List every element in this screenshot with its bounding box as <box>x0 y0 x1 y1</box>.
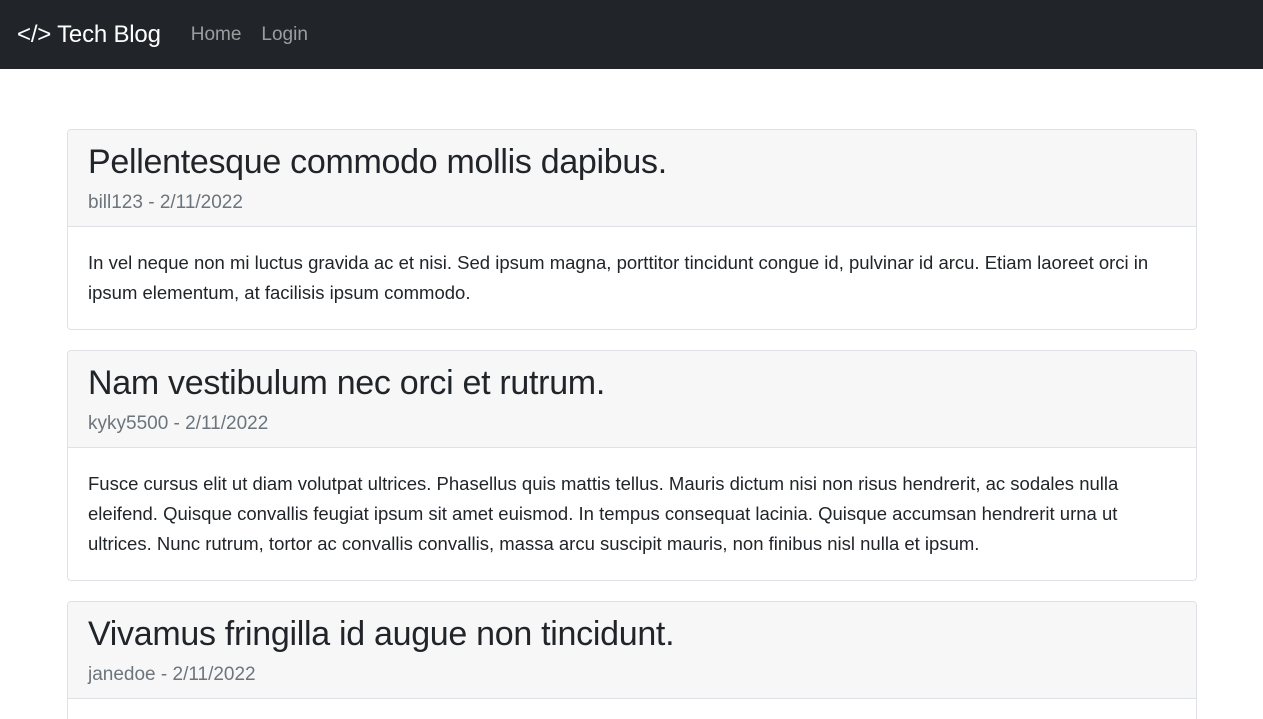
post-card[interactable]: Vivamus fringilla id augue non tincidunt… <box>67 601 1197 719</box>
post-meta: bill123 - 2/11/2022 <box>88 192 243 213</box>
post-title[interactable]: Pellentesque commodo mollis dapibus. <box>88 142 1176 182</box>
post-title[interactable]: Vivamus fringilla id augue non tincidunt… <box>88 614 1176 654</box>
post-header: Vivamus fringilla id augue non tincidunt… <box>68 602 1196 699</box>
post-body <box>68 699 1196 719</box>
nav-link-home[interactable]: Home <box>191 24 242 46</box>
navbar: </> Tech Blog Home Login <box>0 0 1263 69</box>
post-body: Fusce cursus elit ut diam volutpat ultri… <box>88 473 1119 554</box>
post-body: In vel neque non mi luctus gravida ac et… <box>88 252 1149 303</box>
post-card[interactable]: Pellentesque commodo mollis dapibus. bil… <box>67 129 1197 330</box>
post-header: Pellentesque commodo mollis dapibus. bil… <box>68 130 1196 227</box>
post-list: Pellentesque commodo mollis dapibus. bil… <box>0 69 1263 719</box>
post-card[interactable]: Nam vestibulum nec orci et rutrum. kyky5… <box>67 350 1197 581</box>
post-meta: kyky5500 - 2/11/2022 <box>88 413 269 434</box>
post-title[interactable]: Nam vestibulum nec orci et rutrum. <box>88 363 1176 403</box>
brand-link[interactable]: </> Tech Blog <box>17 21 161 49</box>
post-meta: janedoe - 2/11/2022 <box>88 664 256 685</box>
nav-link-login[interactable]: Login <box>261 24 308 46</box>
post-header: Nam vestibulum nec orci et rutrum. kyky5… <box>68 351 1196 448</box>
